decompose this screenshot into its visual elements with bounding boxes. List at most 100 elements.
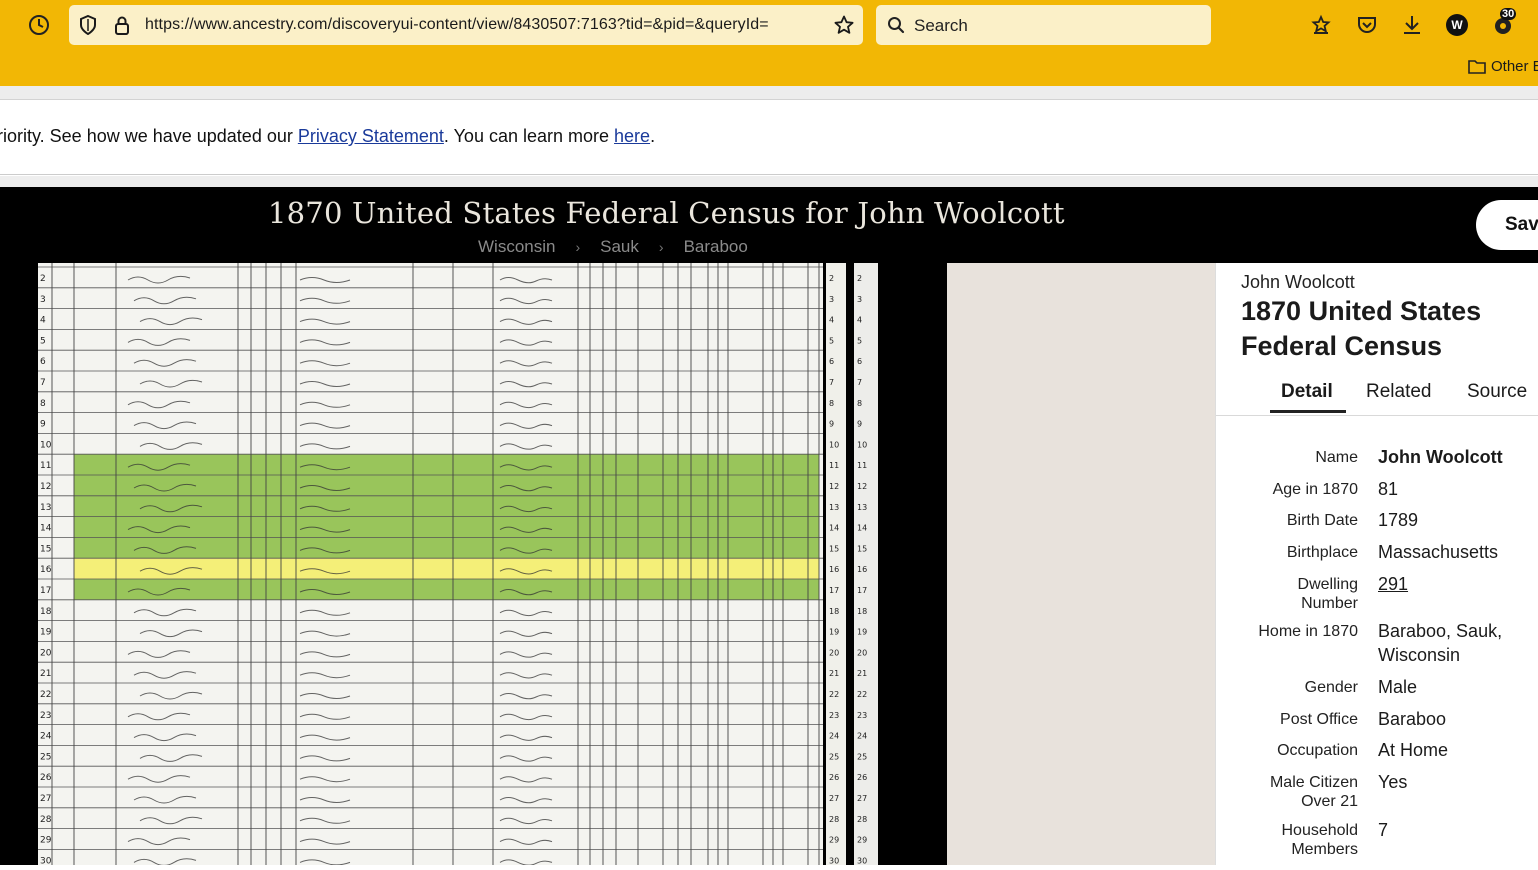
viewer-background xyxy=(947,263,1215,865)
line-number: 22 xyxy=(40,690,51,700)
viewer-header: 1870 United States Federal Census for Jo… xyxy=(0,187,1538,263)
shield-icon[interactable] xyxy=(77,14,99,36)
privacy-statement-link[interactable]: Privacy Statement xyxy=(298,126,444,146)
handwritten-entry xyxy=(127,650,553,658)
line-number: 9 xyxy=(40,420,46,430)
handwritten-entry xyxy=(139,754,553,762)
dwelling-number-link[interactable]: 291 xyxy=(1378,572,1538,596)
learn-more-link[interactable]: here xyxy=(614,126,650,146)
margin-line-number: 6 xyxy=(857,357,862,366)
margin-line-number: 24 xyxy=(857,732,867,741)
margin-line-number: 3 xyxy=(857,295,862,304)
margin-line-number: 28 xyxy=(857,815,867,824)
highlight-row-household[interactable] xyxy=(74,475,819,496)
tab-detail[interactable]: Detail xyxy=(1281,381,1333,403)
margin-line-number: 24 xyxy=(829,732,839,741)
margin-line-number: 2 xyxy=(857,274,862,283)
margin-line-number: 23 xyxy=(857,711,867,720)
search-bar[interactable]: Search xyxy=(876,5,1211,45)
fact-label: Male Citizen Over 21 xyxy=(1269,774,1358,810)
extensions-badge: 30 xyxy=(1500,8,1517,20)
fact-value: Male xyxy=(1378,677,1418,697)
line-number: 7 xyxy=(40,378,46,388)
line-number: 14 xyxy=(40,524,52,534)
line-number: 6 xyxy=(40,357,46,367)
history-icon[interactable] xyxy=(26,12,52,38)
margin-line-number: 17 xyxy=(829,586,839,595)
fact-value: Baraboo xyxy=(1378,709,1447,729)
highlight-row-household[interactable] xyxy=(74,516,819,538)
url-text[interactable]: https://www.ancestry.com/discoveryui-con… xyxy=(145,16,825,34)
pocket-icon[interactable] xyxy=(1355,13,1379,37)
margin-line-number: 12 xyxy=(829,482,839,491)
save-button[interactable]: Save xyxy=(1476,200,1538,250)
line-number: 30 xyxy=(40,856,52,865)
line-number: 15 xyxy=(40,544,51,554)
margin-line-number: 6 xyxy=(829,357,834,366)
handwritten-entry xyxy=(127,837,553,846)
chevron-right-icon: › xyxy=(658,239,664,255)
margin-line-number: 25 xyxy=(829,752,839,761)
margin-line-number: 23 xyxy=(829,711,839,720)
fact-value: Massachusetts xyxy=(1378,542,1499,562)
margin-line-number: 29 xyxy=(857,836,867,845)
profile-avatar[interactable]: W xyxy=(1446,14,1468,36)
margin-line-number: 3 xyxy=(829,295,834,304)
margin-line-number: 18 xyxy=(857,607,867,616)
margin-line-number: 14 xyxy=(829,524,839,533)
url-bar[interactable]: https://www.ancestry.com/discoveryui-con… xyxy=(69,5,863,45)
breadcrumb-town[interactable]: Baraboo xyxy=(684,237,748,257)
bookmark-star-icon[interactable] xyxy=(833,14,855,36)
fact-label: Household Members xyxy=(1281,822,1359,858)
fact-value: 7 xyxy=(1378,820,1389,840)
margin-line-number: 21 xyxy=(857,669,867,678)
margin-line-number: 16 xyxy=(829,565,839,574)
margin-line-number: 7 xyxy=(857,378,862,387)
highlight-row-household[interactable] xyxy=(74,579,819,600)
census-page-image[interactable]: 2 3 4 5 6 7 8 9 10 11 12 13 14 15 16 17 18 19 20 21 22 23 24 25… xyxy=(38,263,823,870)
highlight-row-household[interactable] xyxy=(74,537,819,559)
handwritten-entry xyxy=(133,296,553,305)
breadcrumb-county[interactable]: Sauk xyxy=(600,237,639,257)
margin-line-number: 27 xyxy=(857,794,867,803)
search-placeholder: Search xyxy=(914,16,968,35)
line-number: 18 xyxy=(40,607,52,617)
line-number: 2 xyxy=(40,274,46,284)
lock-icon[interactable] xyxy=(111,14,133,36)
fact-value: 81 xyxy=(1378,479,1399,499)
fact-label: Birth Date xyxy=(1286,512,1358,529)
line-number: 20 xyxy=(40,648,52,658)
tab-related[interactable]: Related xyxy=(1366,381,1432,403)
margin-line-number: 4 xyxy=(857,316,862,325)
margin-line-number: 9 xyxy=(829,420,834,429)
line-number: 27 xyxy=(40,794,51,804)
margin-line-number: 4 xyxy=(829,316,834,325)
fact-label: Gender xyxy=(1304,679,1358,696)
breadcrumb-state[interactable]: Wisconsin xyxy=(478,237,555,257)
handwritten-entry xyxy=(133,858,553,866)
margin-line-number: 20 xyxy=(857,648,867,657)
person-name: John Woolcott xyxy=(1241,272,1355,292)
margin-line-number: 8 xyxy=(857,399,862,408)
margin-line-number: 13 xyxy=(829,503,839,512)
handwritten-entry xyxy=(139,442,553,450)
download-icon[interactable] xyxy=(1400,13,1424,37)
margin-line-number: 19 xyxy=(829,628,839,637)
margin-line-number: 9 xyxy=(857,420,862,429)
handwritten-entry xyxy=(133,795,553,804)
margin-line-number: 2 xyxy=(829,274,834,283)
line-number: 3 xyxy=(40,295,46,305)
highlight-row-household[interactable] xyxy=(74,454,819,475)
line-number: 28 xyxy=(40,815,52,825)
margin-line-number: 30 xyxy=(829,856,839,865)
profile-initial: W xyxy=(1451,18,1463,32)
handwritten-entry xyxy=(127,338,553,346)
census-image-viewer[interactable]: 2 3 4 5 6 7 8 9 10 11 12 13 14 15 16 17 18 19 20 21 22 23 24 25… xyxy=(0,263,947,870)
margin-line-number: 21 xyxy=(829,669,839,678)
folder-icon xyxy=(1468,60,1486,74)
extensions-star-icon[interactable] xyxy=(1309,13,1333,37)
tab-source[interactable]: Source xyxy=(1467,381,1527,403)
margin-line-number: 5 xyxy=(829,336,834,345)
record-title: 1870 United States Federal Census for Jo… xyxy=(268,196,1065,230)
other-bookmarks-folder[interactable]: Other B xyxy=(1468,58,1538,75)
